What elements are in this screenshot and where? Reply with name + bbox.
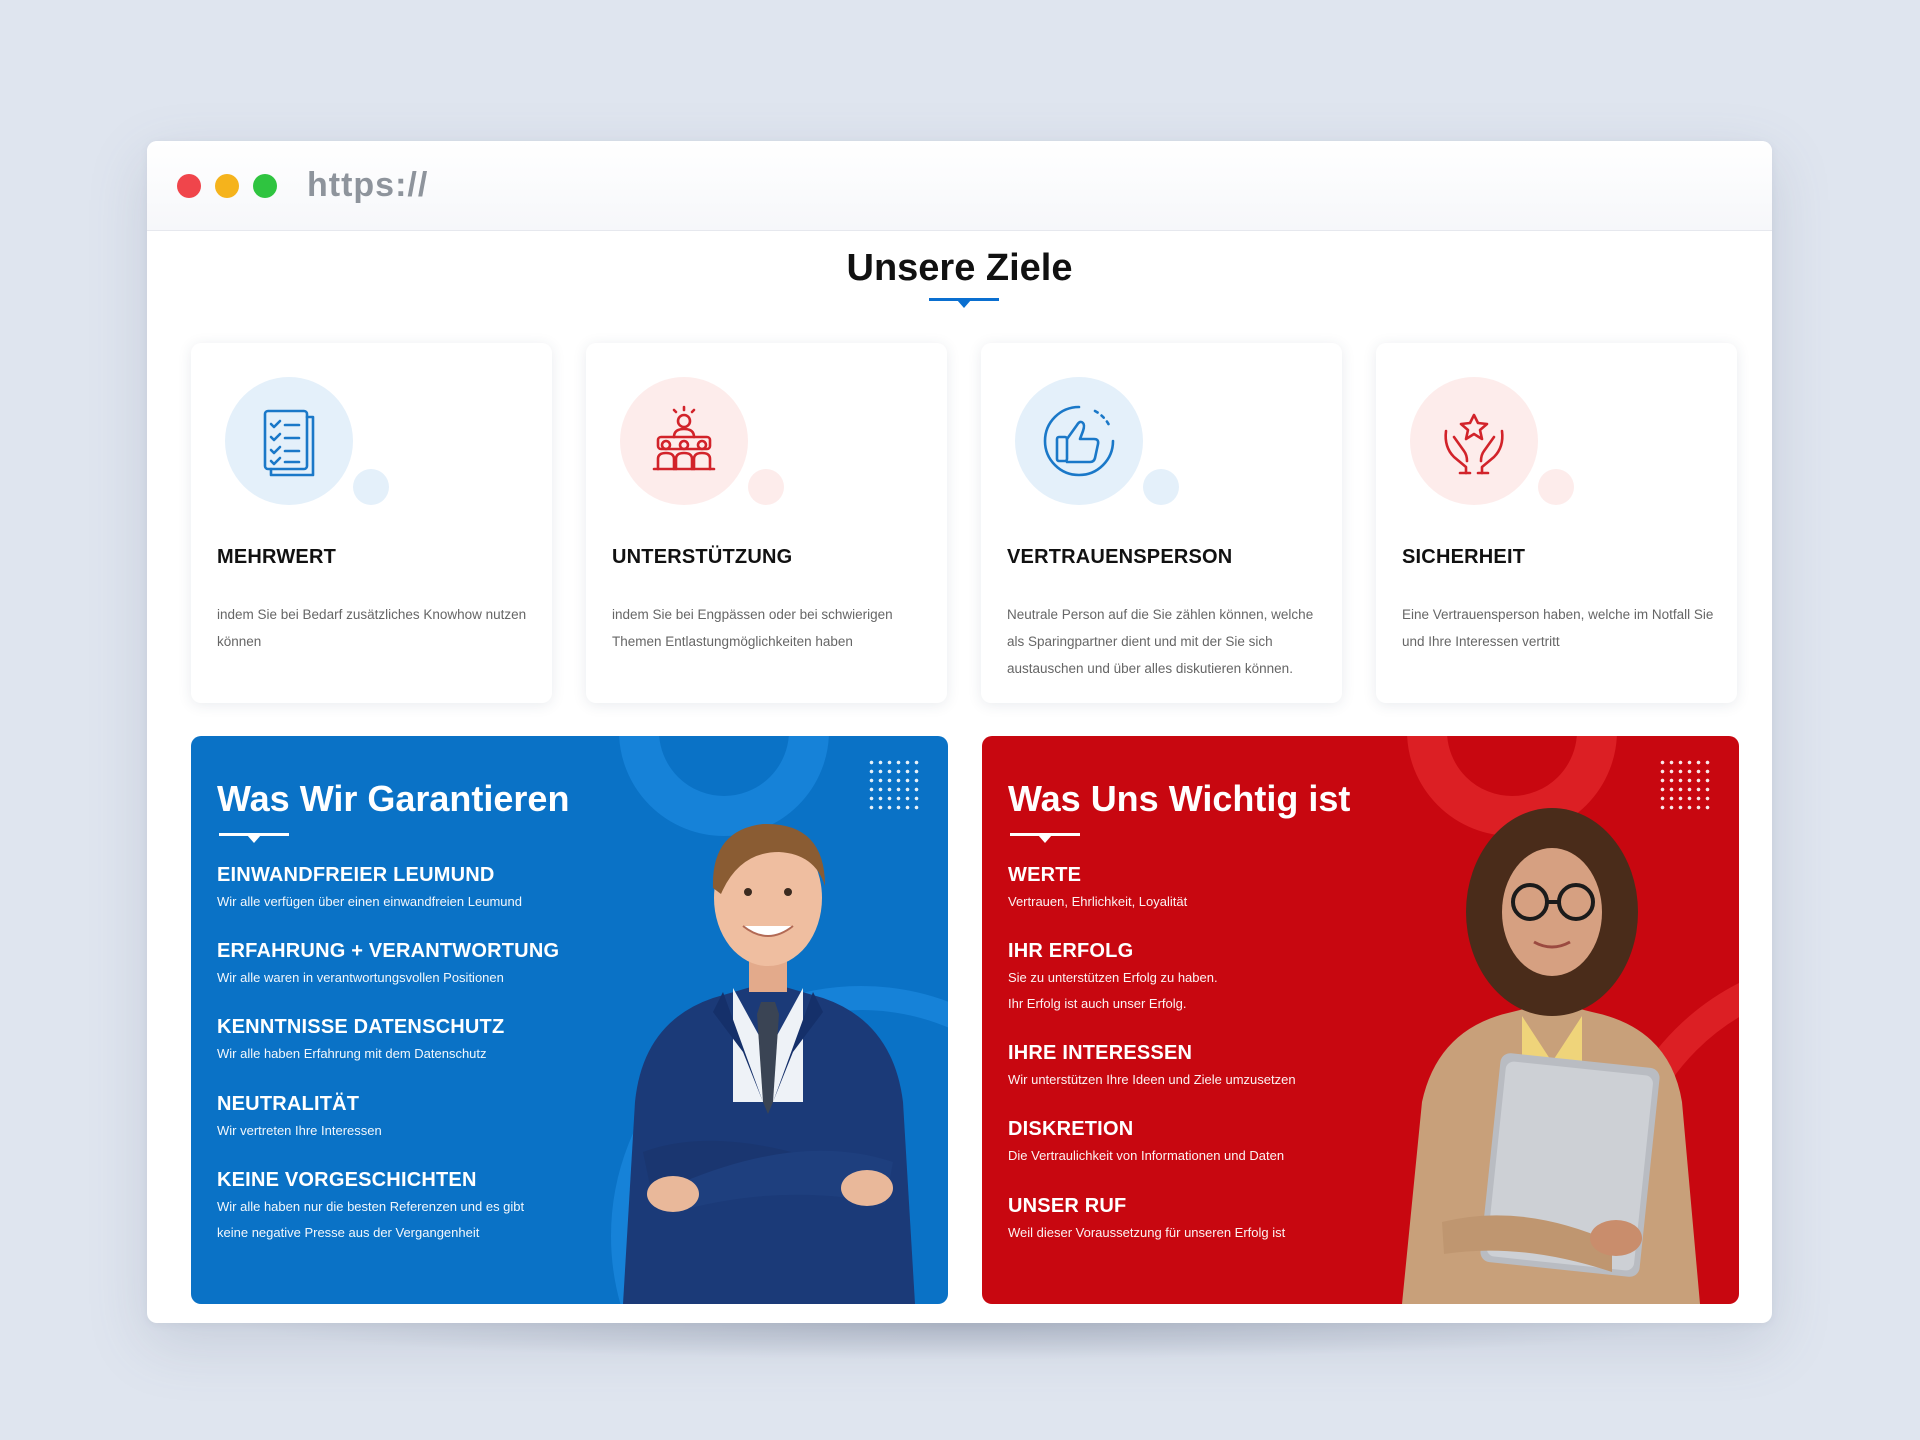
goal-card-unterstuetzung: UNTERSTÜTZUNG indem Sie bei Engpässen od… — [586, 343, 947, 703]
hands-star-icon — [1444, 413, 1504, 475]
card-title: MEHRWERT — [217, 546, 337, 568]
page-content: Unsere Ziele MEHRWERT indem Sie bei Beda… — [147, 231, 1772, 1323]
card-text: indem Sie bei Engpässen oder bei schwier… — [612, 607, 893, 649]
item-text: Wir alle haben nur die besten Referenzen… — [217, 1199, 525, 1240]
browser-toolbar: https:// — [147, 141, 1772, 231]
item-text: Weil dieser Voraussetzung für unseren Er… — [1008, 1225, 1286, 1240]
decor-dot — [1538, 469, 1574, 505]
item-text: Wir vertreten Ihre Interessen — [217, 1123, 382, 1138]
team-idea-icon — [652, 405, 716, 471]
item-text: Wir unterstützen Ihre Ideen und Ziele um… — [1008, 1072, 1296, 1087]
item-title: ERFAHRUNG + VERANTWORTUNG — [217, 940, 560, 962]
item-title: DISKRETION — [1008, 1118, 1134, 1140]
goal-card-vertrauensperson: VERTRAUENSPERSON Neutrale Person auf die… — [981, 343, 1342, 703]
close-window-button[interactable] — [177, 173, 201, 198]
item-text: Wir alle waren in verantwortungsvollen P… — [217, 970, 504, 985]
icon-circle — [1410, 377, 1538, 505]
decor-dot — [748, 469, 784, 505]
item-text: Sie zu unterstützen Erfolg zu haben. Ihr… — [1008, 970, 1218, 1011]
guarantee-panel: Was Wir Garantieren EINWANDFREIER LEUMUN… — [191, 736, 948, 1304]
card-title: VERTRAUENSPERSON — [1007, 546, 1233, 568]
minimize-window-button[interactable] — [215, 173, 239, 198]
guarantee-item: KEINE VORGESCHICHTEN Wir alle haben nur … — [217, 1169, 524, 1246]
values-panel: Was Uns Wichtig ist WERTE Vertrauen, Ehr… — [982, 736, 1739, 1304]
browser-window: https:// Unsere Ziele MEHRWERT indem Sie… — [147, 141, 1772, 1323]
item-title: NEUTRALITÄT — [217, 1093, 360, 1115]
icon-circle — [620, 377, 748, 505]
decor-dot — [1143, 469, 1179, 505]
item-title: IHR ERFOLG — [1008, 940, 1134, 962]
value-item: DISKRETION Die Vertraulichkeit von Infor… — [1008, 1118, 1284, 1169]
card-text: indem Sie bei Bedarf zusätzliches Knowho… — [217, 607, 527, 649]
section-title: Unsere Ziele — [846, 247, 1073, 289]
address-bar-url[interactable]: https:// — [307, 166, 428, 205]
businesswoman-photo — [1402, 808, 1700, 1304]
item-title: WERTE — [1008, 864, 1082, 886]
card-title: UNTERSTÜTZUNG — [612, 546, 793, 568]
item-text: Wir alle verfügen über einen einwandfrei… — [217, 894, 522, 909]
item-title: KENNTNISSE DATENSCHUTZ — [217, 1016, 505, 1038]
goals-cards: MEHRWERT indem Sie bei Bedarf zusätzlich… — [191, 343, 1737, 703]
value-item: IHRE INTERESSEN Wir unterstützen Ihre Id… — [1008, 1042, 1296, 1093]
item-text: Wir alle haben Erfahrung mit dem Datensc… — [217, 1046, 487, 1061]
values-title: Was Uns Wichtig ist — [1008, 778, 1351, 819]
card-title: SICHERHEIT — [1402, 546, 1526, 568]
value-item: WERTE Vertrauen, Ehrlichkeit, Loyalität — [1008, 864, 1187, 915]
guarantee-item: NEUTRALITÄT Wir vertreten Ihre Interesse… — [217, 1093, 382, 1144]
item-title: UNSER RUF — [1008, 1195, 1127, 1217]
title-underline — [929, 298, 999, 308]
value-item: IHR ERFOLG Sie zu unterstützen Erfolg zu… — [1008, 940, 1218, 1017]
card-text: Neutrale Person auf die Sie zählen könne… — [1007, 607, 1314, 676]
item-title: EINWANDFREIER LEUMUND — [217, 864, 495, 886]
icon-circle — [1015, 377, 1143, 505]
goal-card-sicherheit: SICHERHEIT Eine Vertrauensperson haben, … — [1376, 343, 1737, 703]
thumbs-up-icon — [1043, 405, 1115, 477]
goal-card-mehrwert: MEHRWERT indem Sie bei Bedarf zusätzlich… — [191, 343, 552, 703]
guarantee-item: ERFAHRUNG + VERANTWORTUNG Wir alle waren… — [217, 940, 559, 991]
guarantee-item: KENNTNISSE DATENSCHUTZ Wir alle haben Er… — [217, 1016, 504, 1067]
decor-dot — [353, 469, 389, 505]
maximize-window-button[interactable] — [253, 173, 277, 198]
item-text: Vertrauen, Ehrlichkeit, Loyalität — [1008, 894, 1188, 909]
icon-circle — [225, 377, 353, 505]
guarantee-title: Was Wir Garantieren — [217, 778, 570, 819]
guarantee-item: EINWANDFREIER LEUMUND Wir alle verfügen … — [217, 864, 522, 915]
item-title: KEINE VORGESCHICHTEN — [217, 1169, 477, 1191]
card-text: Eine Vertrauensperson haben, welche im N… — [1402, 607, 1714, 649]
item-title: IHRE INTERESSEN — [1008, 1042, 1193, 1064]
item-text: Die Vertraulichkeit von Informationen un… — [1008, 1148, 1285, 1163]
businessman-photo — [623, 823, 915, 1304]
values-underline — [1010, 833, 1080, 843]
checklist-icon — [263, 409, 315, 477]
value-item: UNSER RUF Weil dieser Voraussetzung für … — [1008, 1195, 1285, 1246]
guarantee-underline — [219, 833, 289, 843]
